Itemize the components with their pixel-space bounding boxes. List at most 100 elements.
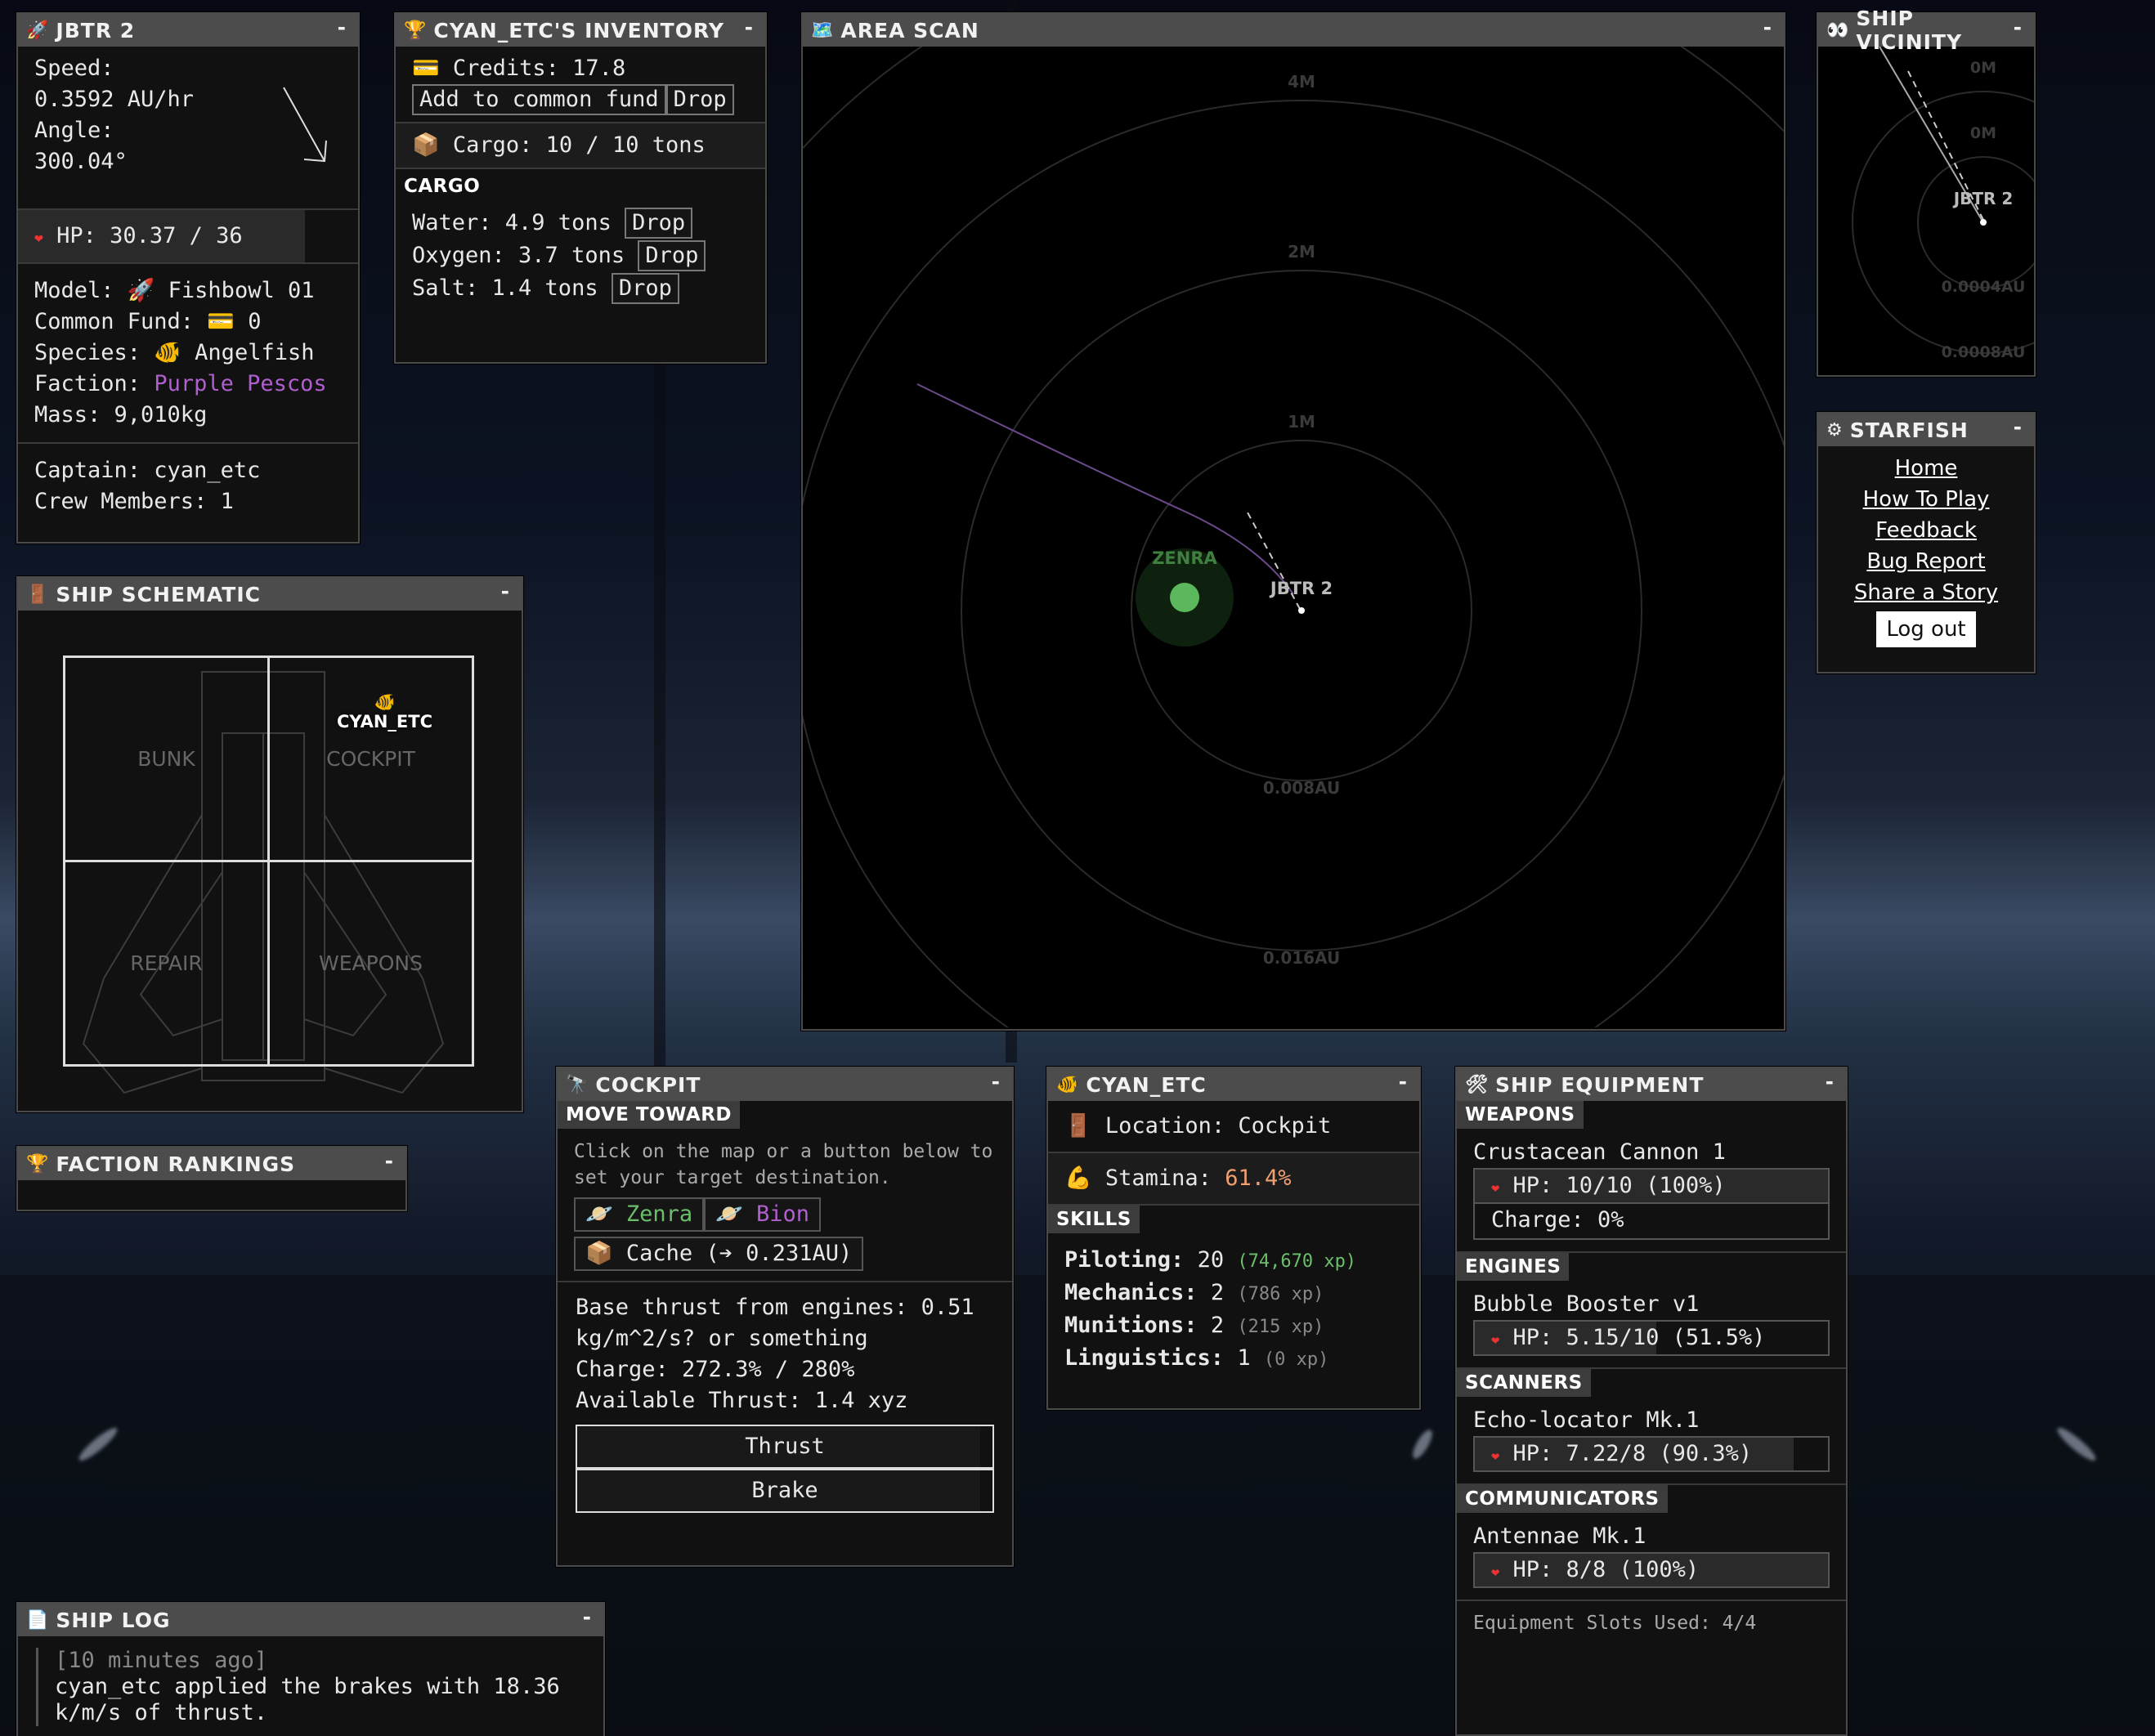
- equipment-section: SCANNERS Echo-locator Mk.1 ❤ HP: 7.22/8 …: [1457, 1369, 1846, 1485]
- target-zenra-button[interactable]: 🪐 Zenra: [574, 1197, 705, 1232]
- cockpit-header[interactable]: 🔭 COCKPIT -: [558, 1068, 1012, 1101]
- captain: Captain: cyan_etc: [34, 458, 261, 483]
- heart-icon: ❤: [1491, 1448, 1500, 1465]
- room-bunk[interactable]: BUNK: [63, 655, 270, 862]
- starfish-title: STARFISH: [1849, 418, 1969, 442]
- logout-button[interactable]: Log out: [1876, 611, 1976, 647]
- minimize-button[interactable]: -: [2014, 415, 2023, 439]
- equipment-title: SHIP EQUIPMENT: [1494, 1072, 1705, 1097]
- minimize-button[interactable]: -: [992, 1070, 1001, 1094]
- minimize-button[interactable]: -: [1399, 1070, 1408, 1094]
- stamina-value: 61.4%: [1225, 1166, 1292, 1191]
- faction-header[interactable]: 🏆 FACTION RANKINGS -: [18, 1148, 405, 1180]
- ship-marker[interactable]: [1298, 607, 1305, 614]
- crew-title: CYAN_ETC: [1086, 1072, 1207, 1097]
- ring-label: 0.016AU: [1263, 948, 1340, 968]
- orbit-trail: [916, 383, 1294, 595]
- charge-readout: Charge: 272.3% / 280%: [576, 1357, 855, 1382]
- equipment-hp-bar: ❤ HP: 7.22/8 (90.3%): [1473, 1436, 1830, 1472]
- schematic-title: SHIP SCHEMATIC: [56, 582, 262, 606]
- gear-icon: ⚙: [1826, 419, 1844, 441]
- cargo-item-name: Oxygen: 3.7 tons: [412, 243, 625, 268]
- feedback-link[interactable]: Feedback: [1875, 518, 1977, 543]
- log-message: cyan_etc applied the brakes with 18.36 k…: [55, 1674, 560, 1725]
- ship-hp-bar: ❤ HP: 30.37 / 36: [18, 210, 358, 262]
- planet-zenra[interactable]: [1170, 583, 1199, 612]
- schematic-header[interactable]: 🚪 SHIP SCHEMATIC -: [18, 578, 522, 611]
- minimize-button[interactable]: -: [745, 16, 754, 39]
- room-repair[interactable]: REPAIR: [63, 860, 270, 1067]
- thrust-label: Thrust: [745, 1434, 825, 1459]
- skill-name: Linguistics:: [1064, 1345, 1225, 1371]
- section-label: SCANNERS: [1457, 1369, 1591, 1397]
- how-to-play-link[interactable]: How To Play: [1863, 487, 1990, 512]
- log-header[interactable]: 📄 SHIP LOG -: [18, 1604, 603, 1636]
- vicinity-label: 0.0008AU: [1942, 343, 2026, 361]
- section-label: ENGINES: [1457, 1253, 1570, 1281]
- minimize-button[interactable]: -: [1763, 16, 1772, 39]
- crew-marker[interactable]: 🐠 CYAN_ETC: [337, 692, 432, 732]
- home-link[interactable]: Home: [1895, 456, 1958, 481]
- minimize-button[interactable]: -: [583, 1605, 592, 1629]
- area-scan-map[interactable]: 4M 2M 1M 0.008AU 0.016AU ZENRA JBTR 2: [803, 47, 1784, 1027]
- drop-button[interactable]: Drop: [611, 273, 679, 304]
- section-label: COMMUNICATORS: [1457, 1485, 1668, 1513]
- log-panel: 📄 SHIP LOG - [10 minutes ago] cyan_etc app…: [16, 1602, 605, 1736]
- brake-label: Brake: [751, 1478, 818, 1503]
- ring-label: 0.008AU: [1263, 778, 1340, 798]
- cockpit-panel: 🔭 COCKPIT - MOVE TOWARD Click on the map o…: [556, 1067, 1014, 1567]
- area-scan-header[interactable]: 🗺️ AREA SCAN -: [803, 14, 1784, 47]
- skill-row: Linguistics: 1 (0 xp): [1064, 1343, 1403, 1376]
- skill-name: Piloting:: [1064, 1247, 1185, 1273]
- add-to-fund-button[interactable]: Add to common fund: [412, 84, 666, 115]
- minimize-button[interactable]: -: [385, 1149, 394, 1173]
- cargo-item: Salt: 1.4 tons Drop: [412, 272, 749, 305]
- vicinity-ship-marker[interactable]: [1980, 219, 1987, 226]
- skills-list: Piloting: 20 (74,670 xp) Mechanics: 2 (7…: [1048, 1233, 1419, 1387]
- starfish-header[interactable]: ⚙ STARFISH -: [1818, 414, 2034, 446]
- bug-report-link[interactable]: Bug Report: [1866, 549, 1985, 574]
- minimize-button[interactable]: -: [2014, 16, 2023, 39]
- skill-xp: (74,670 xp): [1237, 1251, 1357, 1272]
- target-cache-button[interactable]: 📦 Cache (➔ 0.231AU): [574, 1237, 864, 1271]
- brake-button[interactable]: Brake: [576, 1469, 994, 1513]
- vicinity-header[interactable]: 👀 SHIP VICINITY -: [1818, 7, 2034, 54]
- target-bion-button[interactable]: 🪐 Bion: [704, 1197, 822, 1232]
- drop-button[interactable]: Drop: [625, 208, 693, 239]
- cargo-item-name: Water: 4.9 tons: [412, 210, 612, 235]
- equipment-panel: 🛠 SHIP EQUIPMENT - WEAPONS Crustacean Cann…: [1455, 1067, 1848, 1736]
- area-scan-panel: 🗺️ AREA SCAN - 4M 2M 1M 0.008AU 0.016AU ZE…: [801, 12, 1785, 1031]
- equipment-header[interactable]: 🛠 SHIP EQUIPMENT -: [1457, 1068, 1846, 1101]
- thrust-button[interactable]: Thrust: [576, 1425, 994, 1469]
- drop-button[interactable]: Drop: [638, 240, 706, 271]
- cargo-label: CARGO: [404, 176, 481, 197]
- room-cockpit[interactable]: COCKPIT: [267, 655, 474, 862]
- available-thrust: Available Thrust: 1.4 xyz: [576, 1388, 908, 1413]
- crew-header[interactable]: 🐠 CYAN_ETC -: [1048, 1068, 1419, 1101]
- share-story-link[interactable]: Share a Story: [1854, 580, 1998, 605]
- room-label: REPAIR: [130, 951, 203, 975]
- inventory-panel: 🏆 CYAN_ETC'S INVENTORY - 💳 Credits: 17.8 A…: [394, 12, 767, 364]
- scan-ring: [803, 100, 1784, 1027]
- ship-panel-header[interactable]: 🚀 JBTR 2 -: [18, 14, 358, 47]
- equipment-section: ENGINES Bubble Booster v1 ❤ HP: 5.15/10 …: [1457, 1253, 1846, 1369]
- ship-details: Model: 🚀 Fishbowl 01 Common Fund: 💳 0 Sp…: [18, 264, 358, 444]
- minimize-button[interactable]: -: [501, 579, 510, 603]
- faction-label: Faction:: [34, 371, 141, 396]
- section-label: WEAPONS: [1457, 1101, 1584, 1129]
- tools-icon: 🛠: [1465, 1074, 1489, 1095]
- skill-row: Mechanics: 2 (786 xp): [1064, 1277, 1403, 1310]
- minimize-button[interactable]: -: [338, 16, 347, 39]
- vicinity-map[interactable]: 0M 0M 0.0004AU 0.0008AU JBTR 2: [1818, 47, 2034, 374]
- credits-section: 💳 Credits: 17.8 Add to common fund Drop: [396, 47, 765, 123]
- planet-label: ZENRA: [1152, 548, 1217, 568]
- inventory-header[interactable]: 🏆 CYAN_ETC'S INVENTORY -: [396, 14, 765, 47]
- room-weapons[interactable]: WEAPONS: [267, 860, 474, 1067]
- ring-label: 4M: [1288, 72, 1315, 92]
- drop-credits-button[interactable]: Drop: [665, 84, 734, 115]
- minimize-button[interactable]: -: [1826, 1070, 1835, 1094]
- heading-arrow-icon: [283, 87, 327, 163]
- heart-icon: ❤: [34, 230, 43, 247]
- ship-hp: ❤ HP: 30.37 / 36: [18, 210, 358, 264]
- room-label: WEAPONS: [319, 951, 423, 975]
